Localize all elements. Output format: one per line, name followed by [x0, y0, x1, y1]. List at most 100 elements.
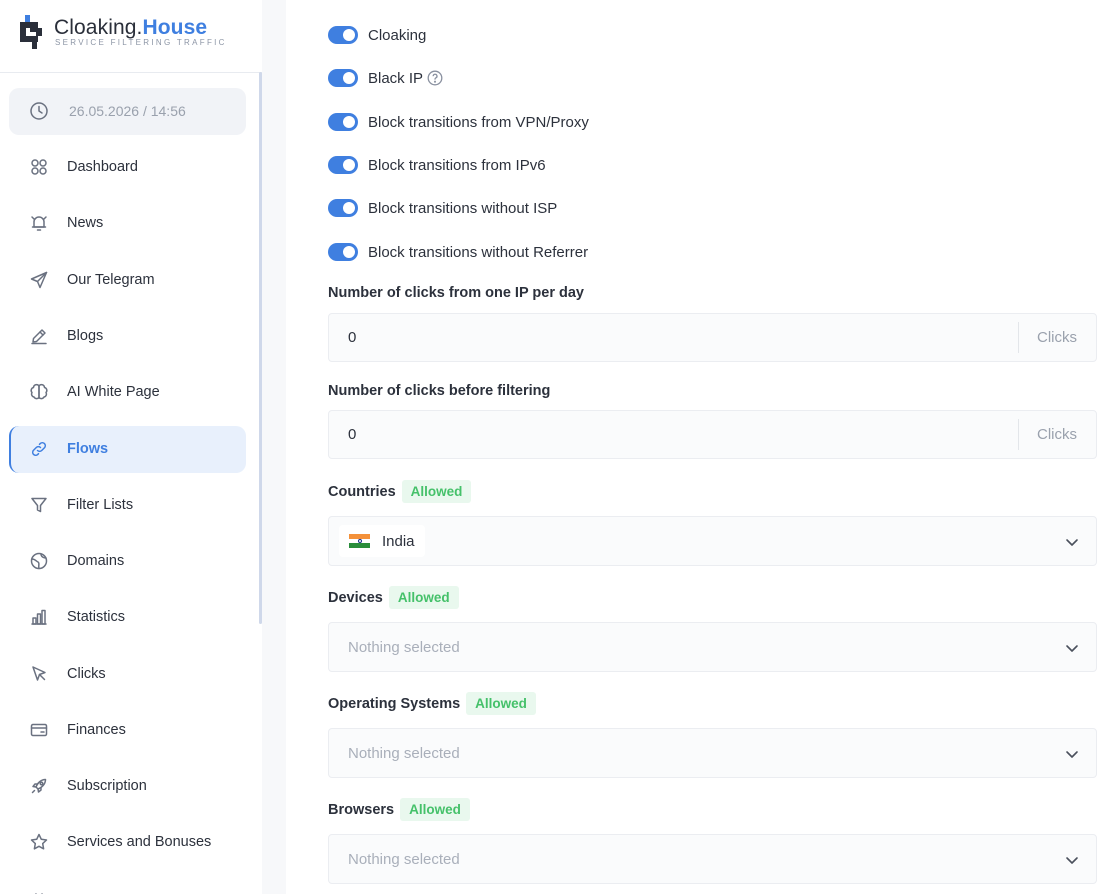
- sidebar-item-partial[interactable]: [9, 875, 246, 894]
- toggle-row-referrer: Block transitions without Referrer: [328, 242, 588, 262]
- star-icon: [29, 832, 49, 852]
- sidebar-item-domains[interactable]: Domains: [9, 538, 246, 585]
- devices-allowed-badge[interactable]: Allowed: [388, 586, 459, 609]
- sidebar-item-ai-white-page[interactable]: AI White Page: [9, 369, 246, 416]
- india-flag-icon: [349, 534, 370, 549]
- sidebar-item-dashboard[interactable]: Dashboard: [9, 144, 246, 191]
- vpn-proxy-toggle[interactable]: [328, 113, 358, 131]
- code-icon: [29, 888, 49, 894]
- sidebar-item-clicks[interactable]: Clicks: [9, 651, 246, 698]
- toggle-label: Block transitions from VPN/Proxy: [368, 113, 589, 131]
- logo-mark-icon: [20, 15, 42, 49]
- chip-label: India: [382, 532, 415, 550]
- logo[interactable]: Cloaking.House SERVICE FILTERING TRAFFIC: [16, 15, 256, 55]
- sidebar-item-services-bonuses[interactable]: Services and Bonuses: [9, 819, 246, 866]
- devices-label-text: Devices: [328, 589, 383, 606]
- filter-icon: [29, 495, 49, 515]
- input-suffix: Clicks: [1037, 329, 1077, 346]
- datetime-box: 26.05.2026 / 14:56: [9, 88, 246, 135]
- send-icon: [29, 270, 49, 290]
- toggle-label: Block transitions from IPv6: [368, 156, 546, 174]
- toggle-label: Block transitions without ISP: [368, 199, 558, 217]
- os-select[interactable]: Nothing selected: [328, 728, 1097, 778]
- bar-chart-icon: [29, 607, 49, 627]
- countries-allowed-badge[interactable]: Allowed: [401, 480, 472, 503]
- input-suffix-divider: [1018, 419, 1019, 450]
- countries-label-text: Countries: [328, 483, 396, 500]
- toggle-row-vpn-proxy: Block transitions from VPN/Proxy: [328, 112, 589, 132]
- toggle-label: Block transitions without Referrer: [368, 243, 589, 261]
- sidebar-divider: [0, 72, 262, 73]
- browsers-label: Browsers Allowed: [328, 798, 470, 821]
- globe-icon: [29, 551, 49, 571]
- toggle-row-ipv6: Block transitions from IPv6: [328, 155, 546, 175]
- clicks-per-ip-input[interactable]: 0 Clicks: [328, 313, 1097, 362]
- sidebar-item-telegram[interactable]: Our Telegram: [9, 257, 246, 304]
- sidebar-item-flows[interactable]: Flows: [9, 426, 246, 473]
- countries-label: Countries Allowed: [328, 480, 472, 503]
- cursor-icon: [29, 664, 49, 684]
- sidebar-item-label: Subscription: [67, 778, 147, 794]
- ipv6-toggle[interactable]: [328, 156, 358, 174]
- pencil-icon: [29, 326, 49, 346]
- sidebar-item-label: Our Telegram: [67, 272, 155, 288]
- sidebar-item-statistics[interactable]: Statistics: [9, 594, 246, 641]
- os-label: Operating Systems Allowed: [328, 692, 536, 715]
- sidebar-scrollbar[interactable]: [259, 72, 262, 624]
- countries-select[interactable]: India: [328, 516, 1097, 566]
- sidebar-item-label: Blogs: [67, 328, 104, 344]
- logo-tagline: SERVICE FILTERING TRAFFIC: [55, 38, 227, 47]
- wallet-icon: [29, 720, 49, 740]
- no-isp-toggle[interactable]: [328, 199, 358, 217]
- input-value: 0: [348, 329, 357, 346]
- flow-settings-panel: Cloaking Black IP Block transitions from…: [286, 0, 1118, 894]
- os-allowed-badge[interactable]: Allowed: [466, 692, 536, 715]
- sidebar-item-label: Flows: [67, 441, 109, 457]
- logo-title: Cloaking.House: [54, 16, 208, 39]
- sidebar-item-label: Dashboard: [67, 159, 138, 175]
- chevron-down-icon[interactable]: [1064, 534, 1080, 550]
- clock-icon: [29, 101, 49, 121]
- input-value: 0: [348, 426, 357, 443]
- sidebar-item-label: Services and Bonuses: [67, 834, 212, 850]
- input-suffix: Clicks: [1037, 426, 1077, 443]
- black-ip-toggle[interactable]: [328, 69, 358, 87]
- sidebar-item-subscription[interactable]: Subscription: [9, 763, 246, 810]
- chevron-down-icon[interactable]: [1064, 746, 1080, 762]
- toggle-label: Cloaking: [368, 26, 427, 44]
- chevron-down-icon[interactable]: [1064, 852, 1080, 868]
- link-icon: [29, 439, 49, 459]
- cloaking-toggle[interactable]: [328, 26, 358, 44]
- brain-icon: [29, 382, 49, 402]
- country-chip-india[interactable]: India: [339, 525, 425, 557]
- rocket-icon: [29, 776, 49, 796]
- datetime-text: 26.05.2026 / 14:56: [69, 103, 186, 119]
- dashboard-icon: [29, 157, 49, 177]
- sidebar-item-label: Finances: [67, 722, 126, 738]
- sidebar-item-filter-lists[interactable]: Filter Lists: [9, 482, 246, 529]
- input-suffix-divider: [1018, 322, 1019, 353]
- no-referrer-toggle[interactable]: [328, 243, 358, 261]
- bell-icon: [29, 213, 49, 233]
- sidebar-item-label: Clicks: [67, 666, 106, 682]
- select-placeholder: Nothing selected: [348, 745, 460, 762]
- sidebar-item-blogs[interactable]: Blogs: [9, 313, 246, 360]
- select-placeholder: Nothing selected: [348, 639, 460, 656]
- devices-select[interactable]: Nothing selected: [328, 622, 1097, 672]
- select-placeholder: Nothing selected: [348, 851, 460, 868]
- sidebar-item-news[interactable]: News: [9, 200, 246, 247]
- sidebar-item-finances[interactable]: Finances: [9, 707, 246, 754]
- help-icon[interactable]: [427, 70, 443, 86]
- browsers-allowed-badge[interactable]: Allowed: [400, 798, 470, 821]
- chevron-down-icon[interactable]: [1064, 640, 1080, 656]
- clicks-before-filter-input[interactable]: 0 Clicks: [328, 410, 1097, 459]
- os-label-text: Operating Systems: [328, 695, 461, 712]
- sidebar-item-label: News: [67, 215, 104, 231]
- sidebar-item-label: AI White Page: [67, 384, 160, 400]
- browsers-select[interactable]: Nothing selected: [328, 834, 1097, 884]
- sidebar: Cloaking.House SERVICE FILTERING TRAFFIC…: [0, 0, 262, 894]
- toggle-row-black-ip: Black IP: [328, 68, 443, 88]
- sidebar-item-label: Domains: [67, 553, 125, 569]
- toggle-label: Black IP: [368, 69, 424, 87]
- clicks-per-ip-label: Number of clicks from one IP per day: [328, 285, 584, 301]
